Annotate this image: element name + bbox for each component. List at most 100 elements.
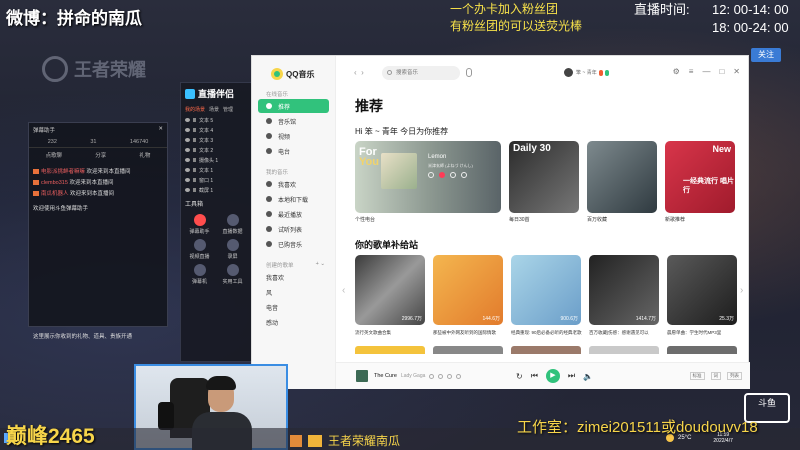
source-item[interactable]: 窗口 1 (181, 175, 251, 185)
previous-icon[interactable]: ⏮ (531, 371, 538, 381)
plus-icon[interactable]: + ⌄ (316, 261, 325, 267)
eye-icon[interactable] (185, 178, 190, 182)
search-input[interactable] (382, 66, 460, 80)
source-item[interactable]: 截屏 1 (181, 185, 251, 195)
new-songs-card[interactable]: New 一经典流行 唱片行 (665, 141, 735, 213)
lyrics-button[interactable]: 词 (710, 372, 721, 380)
sidebar-item-liked[interactable]: 我喜欢 (258, 177, 329, 191)
sidebar-item-local[interactable]: 本地和下载 (258, 192, 329, 206)
personal-radio-card[interactable]: For You Lemon 米津玄師 (よねづ けんし) (355, 141, 501, 213)
sidebar-playlist[interactable]: 电音 (258, 300, 329, 314)
sidebar-item-music-hall[interactable]: 音乐馆 (258, 114, 329, 128)
lock-icon[interactable] (193, 188, 196, 192)
eye-icon[interactable] (185, 128, 190, 132)
menu-icon[interactable]: ≡ (689, 67, 694, 76)
playlist-card-partial[interactable] (511, 346, 581, 354)
playlist-title[interactable]: 流行英文歌曲合集 (355, 330, 433, 336)
lock-icon[interactable] (193, 138, 196, 142)
chat-tab[interactable]: 点歌聊 (46, 151, 63, 159)
dislike-icon[interactable] (450, 172, 456, 178)
lock-icon[interactable] (193, 118, 196, 122)
now-playing-artist[interactable]: Lady Gaga (401, 373, 425, 379)
share-icon[interactable] (461, 172, 467, 178)
chat-tab[interactable]: 分享 (95, 151, 106, 159)
lock-icon[interactable] (193, 128, 196, 132)
comment-icon[interactable] (447, 373, 453, 379)
back-icon[interactable]: ‹ (354, 68, 357, 77)
next-icon[interactable]: ⏭ (568, 371, 575, 381)
skin-icon[interactable]: ⚙ (673, 67, 680, 76)
playlist-title[interactable]: 百万收藏|伤感：感谢遇见可以 (589, 330, 667, 336)
taskbar-app[interactable]: 王者荣耀南瓜 (290, 432, 400, 449)
tool-button[interactable]: 弹幕机 (185, 264, 214, 285)
eye-icon[interactable] (185, 158, 190, 162)
eye-icon[interactable] (185, 168, 190, 172)
maximize-icon[interactable]: □ (719, 67, 724, 76)
source-item[interactable]: 文本 2 (181, 145, 251, 155)
now-playing-song[interactable]: The Cure (374, 373, 397, 379)
playlist-card[interactable]: 25.3万 (667, 255, 737, 325)
play-button[interactable]: ▶ (545, 369, 560, 383)
lock-icon[interactable] (193, 148, 196, 152)
source-item[interactable]: 文本 4 (181, 125, 251, 135)
heart-icon[interactable] (439, 172, 445, 178)
companion-tab[interactable]: 场景 (209, 106, 219, 113)
chevron-right-icon[interactable]: › (740, 285, 743, 296)
playlist-title[interactable]: 那些被中外网友听到的国际情歌 (433, 330, 511, 336)
playlist-card-partial[interactable] (667, 346, 737, 354)
eye-icon[interactable] (185, 118, 190, 122)
sidebar-item-recommend[interactable]: 推荐 (258, 99, 329, 113)
sidebar-item-trial[interactable]: 试听列表 (258, 222, 329, 236)
sidebar-playlist[interactable]: 我喜欢 (258, 270, 329, 284)
sidebar-item-video[interactable]: 视频 (258, 129, 329, 143)
loop-icon[interactable]: ↻ (516, 372, 523, 381)
playlist-card-partial[interactable] (355, 346, 425, 354)
volume-icon[interactable]: 🔈 (583, 372, 593, 381)
eye-icon[interactable] (185, 188, 190, 192)
tool-button[interactable]: 录屏 (218, 239, 247, 260)
source-item[interactable]: 摄像头 1 (181, 155, 251, 165)
user-info[interactable]: 笨 ~ 青年 (564, 68, 609, 77)
sidebar-playlist[interactable]: 风 (258, 285, 329, 299)
lock-icon[interactable] (193, 158, 196, 162)
follow-button[interactable]: 关注 (751, 48, 781, 62)
sidebar-playlist[interactable]: 感动 (258, 315, 329, 329)
close-icon[interactable]: ✕ (158, 126, 163, 134)
playlist-title[interactable]: 晨愿单曲：学生时代MP3里 (667, 330, 745, 336)
eye-icon[interactable] (185, 138, 190, 142)
more-icon[interactable] (456, 373, 462, 379)
lock-icon[interactable] (193, 168, 196, 172)
playlist-card[interactable]: 1414.7万 (589, 255, 659, 325)
playlist-card[interactable]: 144.6万 (433, 255, 503, 325)
chat-tab[interactable]: 礼物 (139, 151, 150, 159)
avatar[interactable] (564, 68, 573, 77)
source-item[interactable]: 文本 1 (181, 165, 251, 175)
minimize-icon[interactable]: — (702, 67, 710, 76)
sidebar-item-radio[interactable]: 电台 (258, 144, 329, 158)
playlist-card-partial[interactable] (589, 346, 659, 354)
quality-button[interactable]: 标准 (689, 372, 705, 380)
close-icon[interactable]: ✕ (733, 67, 740, 76)
forward-icon[interactable]: › (361, 68, 364, 77)
million-collect-card[interactable] (587, 141, 657, 213)
tool-button[interactable]: 直播数据 (218, 214, 247, 235)
tool-button[interactable]: 实用工具 (218, 264, 247, 285)
source-item[interactable]: 文本 5 (181, 115, 251, 125)
lock-icon[interactable] (193, 178, 196, 182)
playlist-card[interactable]: 900.6万 (511, 255, 581, 325)
companion-tab[interactable]: 管理 (223, 106, 233, 113)
source-item[interactable]: 文本 3 (181, 135, 251, 145)
sidebar-item-recent[interactable]: 最近播放 (258, 207, 329, 221)
playlist-card[interactable]: 2996.7万 (355, 255, 425, 325)
mic-icon[interactable] (466, 68, 472, 77)
playlist-card-partial[interactable] (433, 346, 503, 354)
companion-tab[interactable]: 我的场景 (185, 106, 205, 113)
heart-icon[interactable] (429, 373, 435, 379)
playlist-button[interactable]: 列表 (727, 372, 742, 380)
play-icon[interactable] (428, 172, 434, 178)
chevron-left-icon[interactable]: ‹ (342, 285, 345, 296)
eye-icon[interactable] (185, 148, 190, 152)
daily30-card[interactable]: Daily 30 (509, 141, 579, 213)
tool-button[interactable]: 弹幕助手 (185, 214, 214, 235)
playlist-title[interactable]: 经典重现: 90后必备必听的经典老歌 (511, 330, 589, 336)
